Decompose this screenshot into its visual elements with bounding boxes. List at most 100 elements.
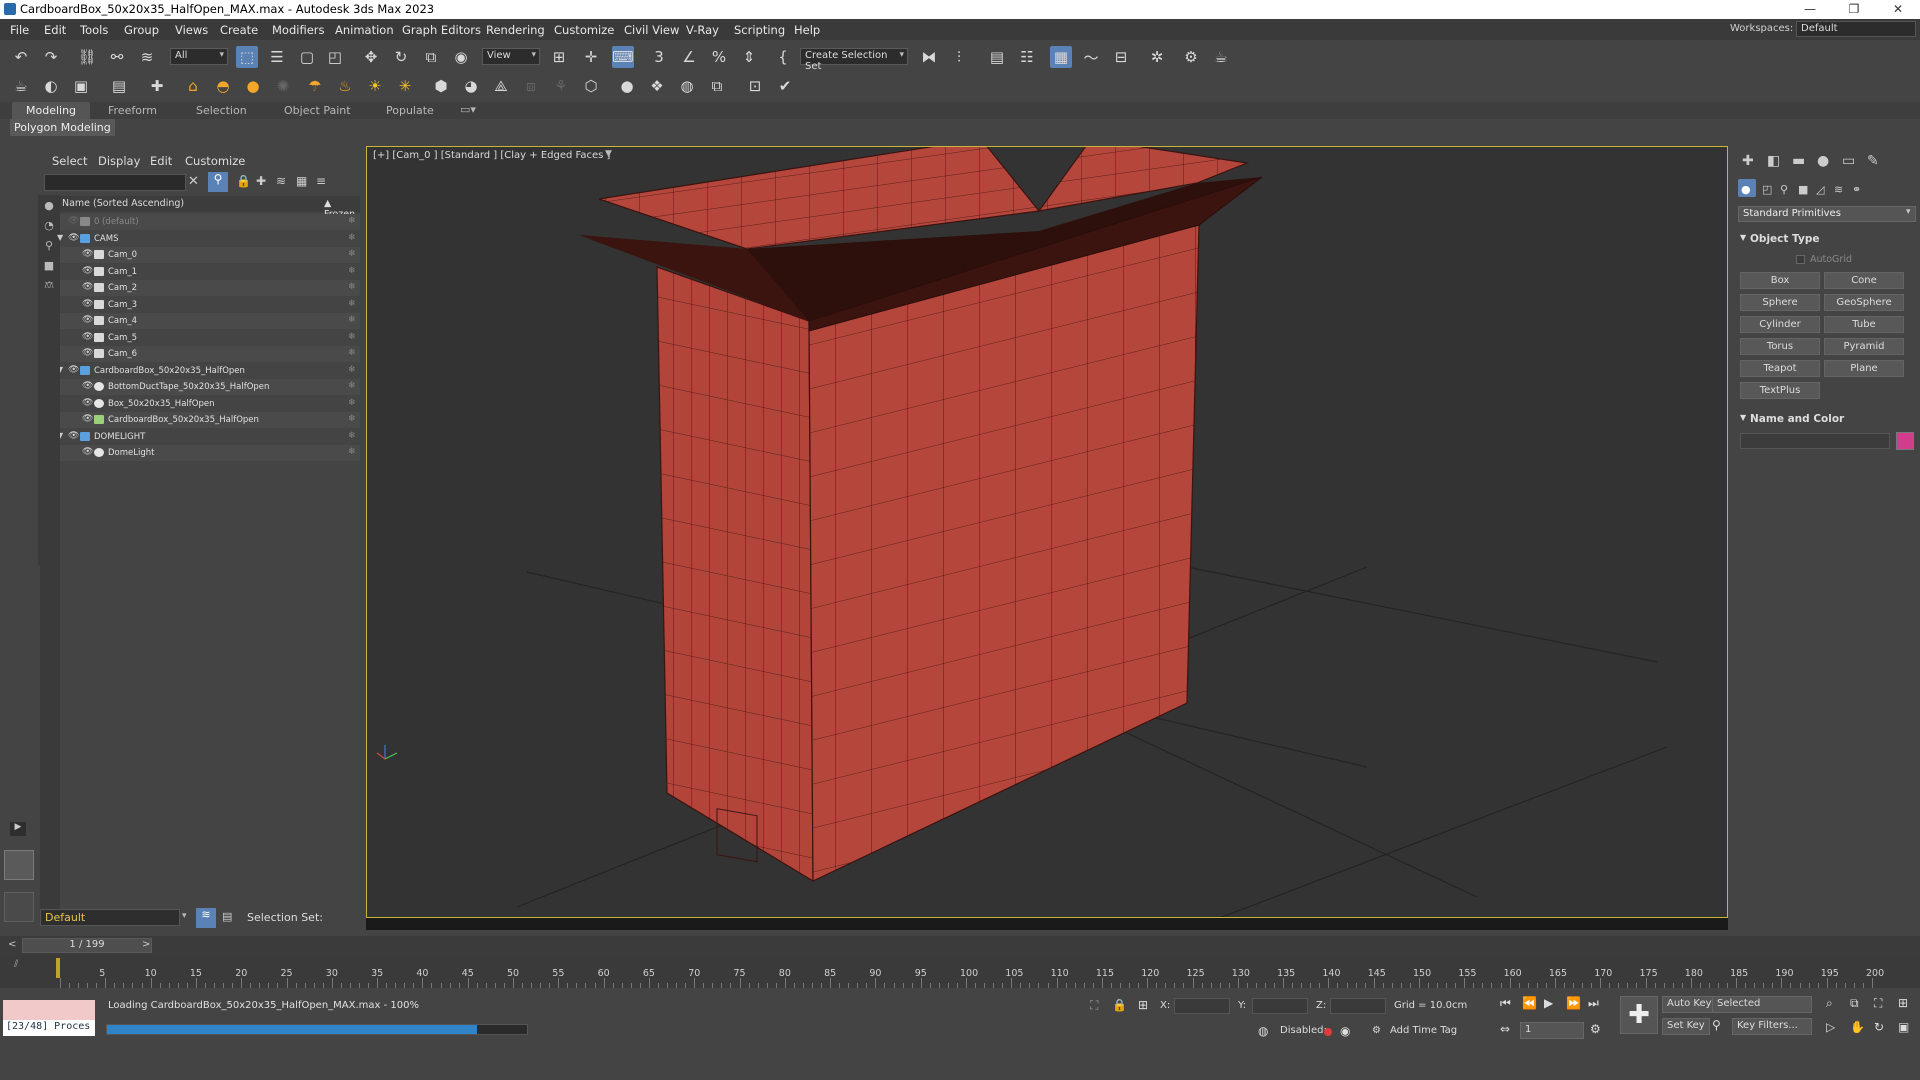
hierarchy-icon[interactable]: ▦	[296, 174, 307, 188]
freeze-icon[interactable]: ❄	[348, 216, 356, 226]
unlink-icon[interactable]: ⚯	[106, 46, 128, 68]
visibility-eye-icon[interactable]: 👁	[68, 233, 79, 243]
primitive-category-dropdown[interactable]: Standard Primitives	[1738, 206, 1916, 222]
explorer-row[interactable]: ▼ 👁 DOMELIGHT ❄	[57, 429, 360, 445]
zoom-extents-all-icon[interactable]: ⊞	[1898, 996, 1908, 1010]
vray-camera-icon[interactable]: ▣	[70, 75, 92, 97]
render-setup-icon[interactable]: ⚙	[1180, 46, 1202, 68]
modify-tab-icon[interactable]: ◧	[1767, 153, 1780, 169]
object-name-field[interactable]	[1740, 433, 1890, 449]
field-of-view-icon[interactable]: ▷	[1826, 1020, 1835, 1034]
zoom-icon[interactable]: ⌕	[1826, 996, 1833, 1011]
viewport-layout-thumb-2[interactable]	[4, 892, 34, 922]
plane-button[interactable]: Plane	[1824, 360, 1904, 377]
edit-named-sets-icon[interactable]: {	[772, 46, 794, 68]
add-layer-icon[interactable]: ✚	[256, 174, 266, 188]
auto-key-button[interactable]: Auto Key	[1662, 996, 1717, 1013]
vray-chaos-icon[interactable]: ◍	[676, 75, 698, 97]
vray-scatter-icon[interactable]: ⬡	[580, 75, 602, 97]
menu-file[interactable]: File	[10, 23, 29, 37]
workspaces-select[interactable]: Default	[1796, 21, 1916, 37]
explorer-row[interactable]: 👁 Cam_6 ❄	[60, 346, 360, 362]
menu-civil-view[interactable]: Civil View	[624, 23, 679, 37]
align-icon[interactable]: ⫶	[948, 46, 970, 68]
percent-snap-icon[interactable]: %	[708, 46, 730, 68]
material-editor-icon[interactable]: ✲	[1146, 46, 1168, 68]
geometry-icon[interactable]: ●	[1741, 183, 1751, 196]
textplus-button[interactable]: TextPlus	[1740, 382, 1820, 399]
explorer-row[interactable]: 👁 CardboardBox_50x20x35_HalfOpen ❄	[60, 412, 360, 428]
cameras-icon[interactable]: ■	[1798, 183, 1808, 196]
vray-dome-icon[interactable]: ◓	[212, 75, 234, 97]
explorer-search-input[interactable]	[44, 174, 186, 191]
autogrid-checkbox[interactable]	[1796, 255, 1805, 264]
zoom-all-icon[interactable]: ⧉	[1850, 996, 1859, 1011]
sort-layers-icon[interactable]: ≡	[316, 174, 326, 188]
tab-object-paint[interactable]: Object Paint	[270, 102, 365, 119]
freeze-icon[interactable]: ❄	[348, 266, 356, 276]
current-layer-dropdown[interactable]: Default	[40, 909, 180, 926]
reference-coord-dropdown[interactable]: View	[482, 48, 540, 65]
redo-icon[interactable]: ↷	[40, 46, 62, 68]
visibility-eye-icon[interactable]: 👁	[82, 266, 93, 276]
zoom-extents-icon[interactable]: ⛶	[1874, 996, 1882, 1011]
next-frame-icon[interactable]: ⏩	[1566, 996, 1581, 1010]
select-by-name-icon[interactable]: ☰	[266, 46, 288, 68]
snap-3d-icon[interactable]: 3	[648, 46, 670, 68]
vray-sun-icon[interactable]: ☀	[364, 75, 386, 97]
time-tag-toggle-icon[interactable]: ◉	[1340, 1024, 1350, 1038]
vray-mesh-light-icon[interactable]: ♨	[334, 75, 356, 97]
viewport-filter-icon[interactable]: ▼	[605, 149, 612, 159]
box-button[interactable]: Box	[1740, 272, 1820, 289]
spinner-snap-icon[interactable]: ⇕	[738, 46, 760, 68]
spacewarps-icon[interactable]: ≋	[1834, 183, 1843, 196]
visibility-eye-icon[interactable]: 👁	[82, 414, 93, 424]
explorer-row[interactable]: ▼ 👁 CAMS ❄	[57, 231, 360, 247]
visibility-eye-icon[interactable]: 👁	[68, 216, 79, 226]
helpers-icon[interactable]: ◿	[1816, 183, 1824, 196]
create-tab-icon[interactable]: ✚	[1742, 153, 1754, 169]
angle-snap-icon[interactable]: ∠	[678, 46, 700, 68]
menu-views[interactable]: Views	[175, 23, 208, 37]
play-icon[interactable]: ▶	[1544, 996, 1553, 1010]
freeze-icon[interactable]: ❄	[348, 332, 356, 342]
close-button[interactable]: ✕	[1878, 0, 1918, 19]
absolute-mode-icon[interactable]: ⊞	[1138, 998, 1148, 1012]
expand-left-panel-icon[interactable]: ▶	[10, 822, 26, 836]
category-arrow-icon[interactable]: ▾	[1906, 207, 1911, 217]
ribbon-options-icon[interactable]: ▭▾	[452, 102, 484, 119]
selection-lock-icon[interactable]: 🔒	[1112, 998, 1127, 1012]
placement-icon[interactable]: ◉	[450, 46, 472, 68]
adaptive-degradation-icon[interactable]: ◍	[1258, 1024, 1268, 1038]
explorer-menu-edit[interactable]: Edit	[150, 154, 172, 168]
viewport-perspective[interactable]: [+] [Cam_0 ] [Standard ] [Clay + Edged F…	[366, 146, 1728, 918]
visibility-eye-icon[interactable]: 👁	[82, 447, 93, 457]
vray-render-icon[interactable]: ◐	[40, 75, 62, 97]
menu-modifiers[interactable]: Modifiers	[272, 23, 325, 37]
explorer-row[interactable]: 👁 DomeLight ❄	[60, 445, 360, 461]
visibility-eye-icon[interactable]: 👁	[68, 431, 79, 441]
visibility-eye-icon[interactable]: 👁	[82, 249, 93, 259]
lock-icon[interactable]: 🔒	[236, 174, 251, 188]
layer-dropdown-arrow-icon[interactable]: ▾	[182, 911, 187, 921]
vray-lightmix-icon[interactable]: ⧉	[706, 75, 728, 97]
vray-sphere-light-icon[interactable]: ●	[242, 75, 264, 97]
x-coord-field[interactable]	[1174, 998, 1230, 1014]
menu-group[interactable]: Group	[124, 23, 159, 37]
vray-spot-icon[interactable]: ☂	[304, 75, 326, 97]
pyramid-button[interactable]: Pyramid	[1824, 338, 1904, 355]
orbit-icon[interactable]: ↻	[1874, 1020, 1884, 1034]
object-color-swatch[interactable]	[1896, 432, 1914, 450]
menu-animation[interactable]: Animation	[335, 23, 394, 37]
menu-rendering[interactable]: Rendering	[486, 23, 545, 37]
time-config-icon[interactable]: ⚙	[1590, 1022, 1601, 1036]
maximize-button[interactable]: ❐	[1834, 0, 1874, 19]
minimize-button[interactable]: —	[1790, 0, 1830, 19]
visibility-eye-icon[interactable]: 👁	[82, 398, 93, 408]
vray-fur-icon[interactable]: ◕	[460, 75, 482, 97]
explorer-row[interactable]: 👁 Cam_4 ❄	[60, 313, 360, 329]
visibility-eye-icon[interactable]: 👁	[82, 381, 93, 391]
key-mode-dropdown[interactable]: Selected	[1712, 996, 1812, 1013]
freeze-icon[interactable]: ❄	[348, 414, 356, 424]
vray-bake-icon[interactable]: ⊡	[744, 75, 766, 97]
